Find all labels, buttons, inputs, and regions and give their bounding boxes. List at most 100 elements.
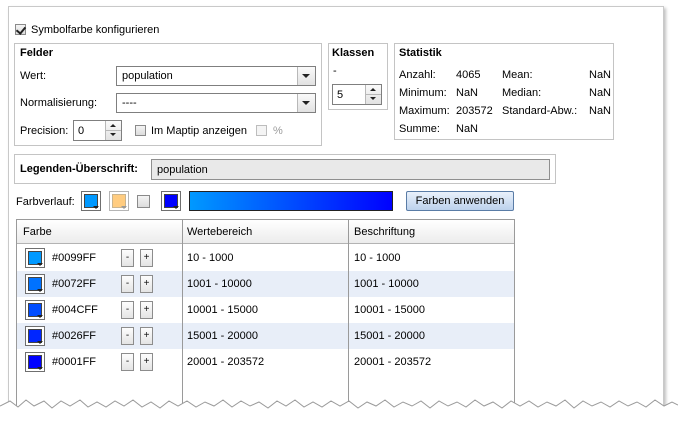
precision-spinner-buttons[interactable] [105,121,121,140]
stat-median-value: NaN [589,87,612,99]
gradient-end-color-button[interactable] [161,191,181,211]
plus-label: + [143,330,150,341]
row-range: 1001 - 10000 [187,278,252,290]
chevron-down-icon [121,206,127,209]
symbolfarbe-checkbox[interactable] [15,24,26,35]
klassen-spinner-buttons[interactable] [365,85,381,104]
chevron-down-icon [37,341,43,344]
row-remove-button[interactable]: - [121,249,134,267]
statistik-title: Statistik [399,47,442,59]
row-remove-button[interactable]: - [121,327,134,345]
row-range: 20001 - 203572 [187,356,265,368]
chevron-down-icon [37,263,43,266]
wert-select-button[interactable] [297,67,315,85]
header-wertebereich: Wertebereich [187,226,253,238]
legend-input-value: population [157,164,208,176]
table-row: #0001FF - +20001 - 203572 20001 - 203572 [17,349,514,375]
precision-label: Precision: [20,125,69,137]
row-range: 10 - 1000 [187,252,234,264]
stat-maximum-value: 203572 [456,105,493,117]
plus-label: + [143,356,150,367]
klassen-dash: - [333,65,337,77]
column-divider [182,220,183,408]
precision-value: 0 [78,125,85,137]
row-add-button[interactable]: + [140,249,153,267]
table-row: #0099FF - +10 - 1000 10 - 1000 [17,245,514,271]
row-range: 10001 - 15000 [187,304,258,316]
stat-summe-value: NaN [456,123,479,135]
arrow-up-icon [370,88,376,91]
header-beschriftung: Beschriftung [354,226,416,238]
classes-table: Farbe Wertebereich Beschriftung #0099FF -… [16,219,515,409]
row-remove-button[interactable]: - [121,275,134,293]
minus-label: - [125,304,130,315]
stat-minimum-value: NaN [456,87,479,99]
maptip-label: Im Maptip anzeigen [151,125,247,137]
felder-title: Felder [20,47,54,59]
stat-mean-label: Mean: [502,69,533,81]
normalisierung-select-value: ---- [122,97,137,109]
legend-label: Legenden-Überschrift: [20,163,138,175]
legend-input[interactable]: population [151,159,550,180]
row-label: 10 - 1000 [354,252,401,264]
plus-label: + [143,304,150,315]
gradient-mid-checkbox[interactable] [137,195,150,208]
stat-stdabw-label: Standard-Abw.: [502,105,578,117]
chevron-down-icon [173,206,179,209]
row-color-button[interactable] [25,300,45,320]
wert-label: Wert: [20,70,47,82]
farbverlauf-label: Farbverlauf: [16,196,75,208]
apply-colors-button[interactable]: Farben anwenden [406,191,514,211]
row-label: 20001 - 203572 [354,356,432,368]
table-row: #004CFF - +10001 - 15000 10001 - 15000 [17,297,514,323]
klassen-spinner[interactable]: 5 [332,84,382,105]
row-add-button[interactable]: + [140,275,153,293]
gradient-start-color-button[interactable] [81,191,101,211]
normalisierung-select-button[interactable] [297,94,315,112]
klassen-value: 5 [337,89,344,101]
stat-summe-label: Summe: [399,123,440,135]
row-add-button[interactable]: + [140,327,153,345]
normalisierung-select[interactable]: ---- [116,93,316,113]
row-color-button[interactable] [25,248,45,268]
chevron-down-icon [302,74,310,78]
minus-label: - [125,356,130,367]
row-add-button[interactable]: + [140,353,153,371]
normalisierung-label: Normalisierung: [20,97,98,109]
stat-anzahl-value: 4065 [456,69,481,81]
stat-stdabw-value: NaN [589,105,612,117]
row-color-button[interactable] [25,352,45,372]
row-color-button[interactable] [25,274,45,294]
wert-select-value: population [122,70,173,82]
row-add-button[interactable]: + [140,301,153,319]
row-color-button[interactable] [25,326,45,346]
gradient-preview [189,191,393,211]
klassen-title: Klassen [332,47,375,59]
row-remove-button[interactable]: - [121,353,134,371]
row-color-hex: #0099FF [52,252,97,264]
arrow-down-icon [110,133,116,136]
column-divider [348,220,349,408]
stat-mean-value: NaN [589,69,612,81]
plus-label: + [143,278,150,289]
maptip-checkbox[interactable] [135,125,146,136]
row-color-hex: #0026FF [52,330,97,342]
gradient-mid-color-button[interactable] [109,191,129,211]
arrow-down-icon [370,97,376,100]
table-row: #0026FF - +15001 - 20000 15001 - 20000 [17,323,514,349]
row-range: 15001 - 20000 [187,330,258,342]
minus-label: - [125,252,130,263]
chevron-down-icon [93,206,99,209]
precision-spinner[interactable]: 0 [73,120,122,141]
row-remove-button[interactable]: - [121,301,134,319]
table-row: #0072FF - +1001 - 10000 1001 - 10000 [17,271,514,297]
apply-colors-label: Farben anwenden [415,195,505,207]
header-farbe: Farbe [23,226,52,238]
chevron-down-icon [37,367,43,370]
chevron-down-icon [37,289,43,292]
row-label: 1001 - 10000 [354,278,419,290]
percent-checkbox[interactable] [256,125,267,136]
wert-select[interactable]: population [116,66,316,86]
minus-label: - [125,278,130,289]
torn-edge [0,399,678,438]
